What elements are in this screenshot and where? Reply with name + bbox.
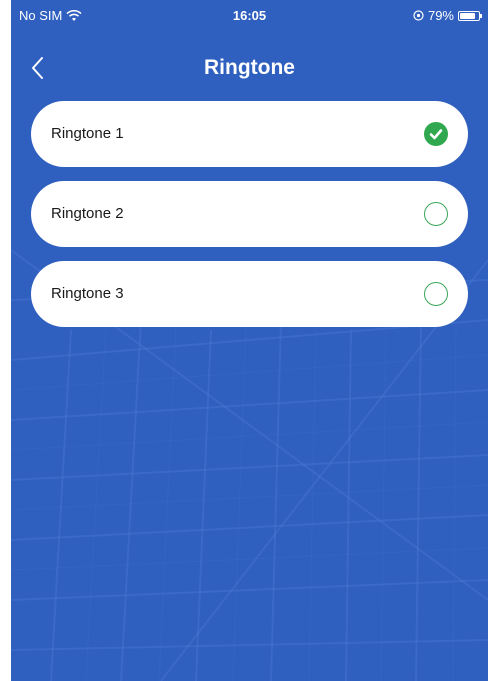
- battery-icon: [458, 10, 482, 21]
- ringtone-list: Ringtone 1 Ringtone 2 Ringtone 3: [31, 101, 468, 341]
- ringtone-option-2[interactable]: Ringtone 2: [31, 181, 468, 247]
- orientation-lock-icon: [413, 10, 424, 21]
- status-right: 79%: [413, 8, 482, 23]
- ringtone-label: Ringtone 2: [51, 205, 124, 222]
- status-bar: No SIM 16:05 79%: [11, 0, 488, 30]
- battery-percent: 79%: [427, 8, 454, 23]
- check-circle-icon[interactable]: [424, 122, 448, 146]
- ringtone-label: Ringtone 1: [51, 125, 124, 142]
- ringtone-label: Ringtone 3: [51, 285, 124, 302]
- nav-bar: Ringtone: [11, 48, 488, 88]
- radio-circle-icon[interactable]: [424, 282, 448, 306]
- ringtone-option-3[interactable]: Ringtone 3: [31, 261, 468, 327]
- ringtone-option-1[interactable]: Ringtone 1: [31, 101, 468, 167]
- radio-circle-icon[interactable]: [424, 202, 448, 226]
- page-title: Ringtone: [204, 56, 295, 79]
- phone-screen: No SIM 16:05 79% Ringtone Ringtone 1 Rin…: [11, 0, 488, 681]
